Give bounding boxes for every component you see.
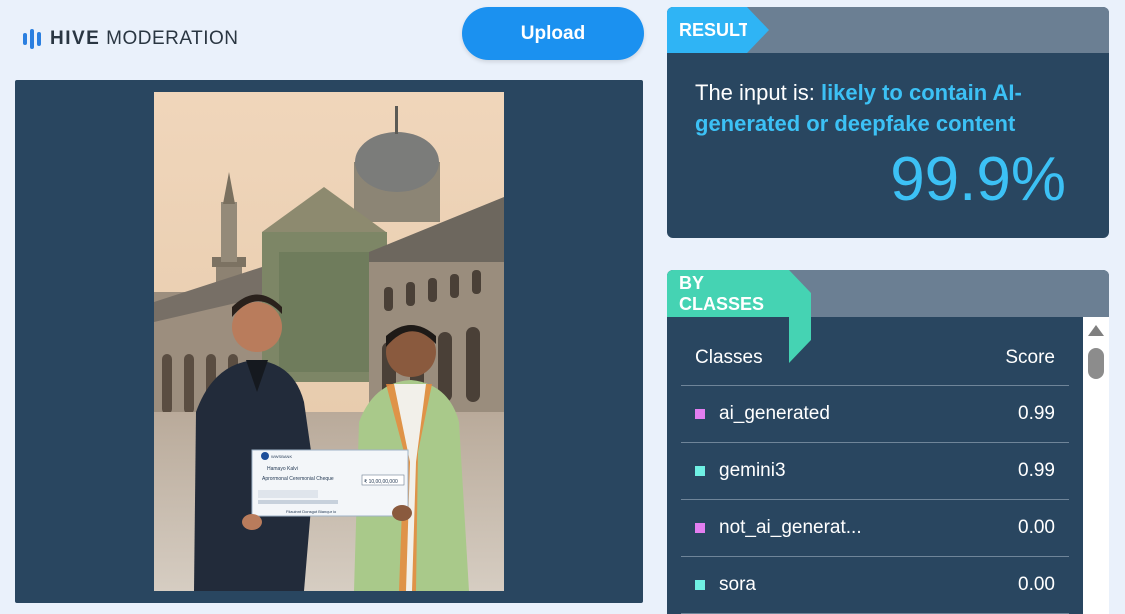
scroll-up-arrow-icon[interactable] (1088, 325, 1104, 336)
column-header-score: Score (1005, 346, 1055, 368)
classes-table: Classes Score ai_generated 0.99 gemini3 … (681, 330, 1069, 614)
table-row: ai_generated 0.99 (681, 386, 1069, 443)
logo-text: HIVE MODERATION (50, 28, 239, 49)
uploaded-image-illustration: WWSBANK Hamayo Kalvi Aprormonal Ceremoni… (154, 92, 504, 591)
svg-text:Aprormonal Ceremonial Cheque: Aprormonal Ceremonial Cheque (262, 476, 334, 482)
result-verdict-text: The input is: likely to contain AI-gener… (695, 77, 1055, 139)
class-name: ai_generated (719, 403, 830, 424)
class-score: 0.99 (1018, 403, 1055, 424)
class-cell: not_ai_generat... (695, 517, 862, 539)
svg-text:WWSBANK: WWSBANK (271, 454, 292, 459)
class-color-swatch (695, 466, 705, 476)
classes-table-header: Classes Score (681, 330, 1069, 386)
table-row: gemini3 0.99 (681, 443, 1069, 500)
class-name: sora (719, 574, 756, 595)
image-preview-panel: WWSBANK Hamayo Kalvi Aprormonal Ceremoni… (15, 80, 643, 603)
uploaded-image: WWSBANK Hamayo Kalvi Aprormonal Ceremoni… (154, 92, 504, 591)
table-row: sora 0.00 (681, 557, 1069, 614)
scrollbar-thumb[interactable] (1088, 348, 1104, 379)
class-score: 0.00 (1018, 574, 1055, 595)
class-cell: gemini3 (695, 460, 786, 482)
result-tag: RESULT (667, 7, 769, 53)
class-score: 0.99 (1018, 460, 1055, 481)
class-score: 0.00 (1018, 517, 1055, 538)
classes-panel: BY CLASSES Classes Score ai_generated 0.… (667, 270, 1109, 614)
class-cell: ai_generated (695, 403, 830, 425)
hive-moderation-page: HIVE MODERATION Upload WWSBANK Hamayo Ka… (0, 0, 1125, 614)
class-name: gemini3 (719, 460, 786, 481)
class-color-swatch (695, 580, 705, 590)
svg-text:Fiiauinnt Donsgut Bianqur io: Fiiauinnt Donsgut Bianqur io (286, 509, 337, 514)
column-header-classes: Classes (695, 346, 763, 368)
svg-text:₹ 10,00,00,000: ₹ 10,00,00,000 (364, 479, 398, 485)
classes-tag: BY CLASSES (667, 270, 811, 363)
hive-logo-icon (23, 28, 41, 50)
class-cell: sora (695, 574, 756, 596)
class-name: not_ai_generat... (719, 517, 862, 538)
hive-logo[interactable]: HIVE MODERATION (23, 28, 239, 50)
classes-scrollbar[interactable] (1083, 317, 1109, 614)
result-panel-header: RESULT (667, 7, 1109, 53)
result-panel: RESULT The input is: likely to contain A… (667, 7, 1109, 238)
result-prefix: The input is: (695, 80, 821, 105)
svg-text:Hamayo Kalvi: Hamayo Kalvi (267, 466, 298, 472)
result-score: 99.9% (890, 145, 1066, 214)
class-color-swatch (695, 409, 705, 419)
class-color-swatch (695, 523, 705, 533)
upload-button[interactable]: Upload (462, 7, 644, 60)
classes-panel-header: BY CLASSES (667, 270, 1109, 363)
table-row: not_ai_generat... 0.00 (681, 500, 1069, 557)
